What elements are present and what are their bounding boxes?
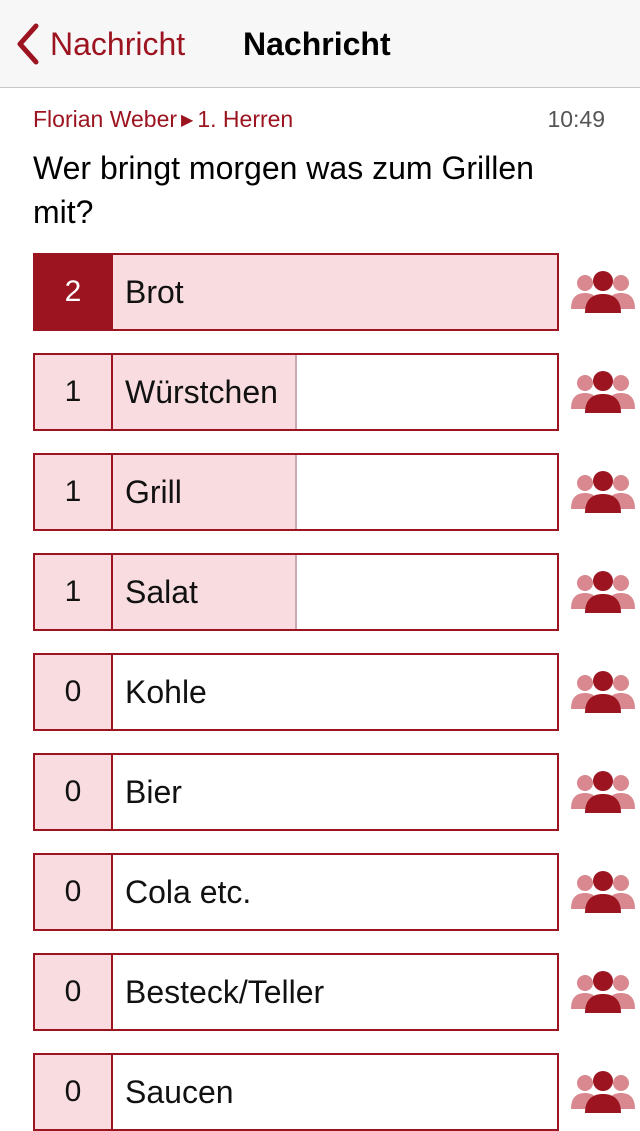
poll-option-label: Kohle [125,673,207,710]
page-title: Nachricht [243,26,391,62]
voters-group-icon[interactable] [571,669,635,715]
voters-group-icon[interactable] [571,569,635,615]
arrow-right-icon: ▶ [181,112,194,129]
poll-option[interactable]: 0 Cola etc. [33,853,635,931]
poll-option-bar[interactable]: 1 Würstchen [33,353,559,431]
voters-group-icon[interactable] [571,369,635,415]
poll-option[interactable]: 0 Besteck/Teller [33,953,635,1031]
poll-option[interactable]: 0 Saucen [33,1053,635,1131]
vote-count: 0 [35,655,113,729]
poll-option-label: Grill [125,473,182,510]
poll-option[interactable]: 1 Salat [33,553,635,631]
chevron-left-icon [17,23,39,65]
poll-option-bar[interactable]: 1 Grill [33,453,559,531]
sender-line: Florian Weber ▶ 1. Herren [33,103,293,139]
vote-count: 0 [35,1055,113,1129]
poll-option-bar[interactable]: 0 Bier [33,753,559,831]
sender-name: Florian Weber [33,106,178,132]
poll-option[interactable]: 0 Kohle [33,653,635,731]
vote-count: 0 [35,755,113,829]
voters-group-icon[interactable] [571,269,635,315]
back-button[interactable]: Nachricht [14,22,185,66]
poll-option-label: Würstchen [125,373,278,410]
vote-count: 1 [35,555,113,629]
back-button-label: Nachricht [50,25,186,62]
vote-count: 2 [35,255,113,329]
vote-count: 0 [35,855,113,929]
poll-option-bar[interactable]: 0 Cola etc. [33,853,559,931]
poll-option-label: Saucen [125,1073,234,1110]
poll-option-fill [35,255,557,329]
poll-option[interactable]: 1 Grill [33,453,635,531]
voters-group-icon[interactable] [571,1069,635,1115]
poll-option-label: Brot [125,273,184,310]
message-time: 10:49 [547,106,605,132]
poll-option[interactable]: 2 Brot [33,253,635,331]
group-name: 1. Herren [197,106,294,132]
navigation-bar: Nachricht Nachricht [0,0,640,88]
voters-group-icon[interactable] [571,869,635,915]
poll-option[interactable]: 1 Würstchen [33,353,635,431]
poll-option-bar[interactable]: 1 Salat [33,553,559,631]
poll-option-bar[interactable]: 0 Saucen [33,1053,559,1131]
poll-option-bar[interactable]: 2 Brot [33,253,559,331]
poll-option-label: Salat [125,573,198,610]
vote-count: 1 [35,455,113,529]
vote-count: 1 [35,355,113,429]
poll-option-label: Cola etc. [125,873,252,910]
message-meta: Florian Weber ▶ 1. Herren 10:49 [33,103,605,135]
poll-option-bar[interactable]: 0 Kohle [33,653,559,731]
voters-group-icon[interactable] [571,469,635,515]
poll-option-label: Besteck/Teller [125,973,325,1010]
poll-option[interactable]: 0 Bier [33,753,635,831]
poll-option-label: Bier [125,773,182,810]
vote-count: 0 [35,955,113,1029]
voters-group-icon[interactable] [571,969,635,1015]
poll-question: Wer bringt morgen was zum Grillen mit? [33,150,534,230]
voters-group-icon[interactable] [571,769,635,815]
poll-option-bar[interactable]: 0 Besteck/Teller [33,953,559,1031]
